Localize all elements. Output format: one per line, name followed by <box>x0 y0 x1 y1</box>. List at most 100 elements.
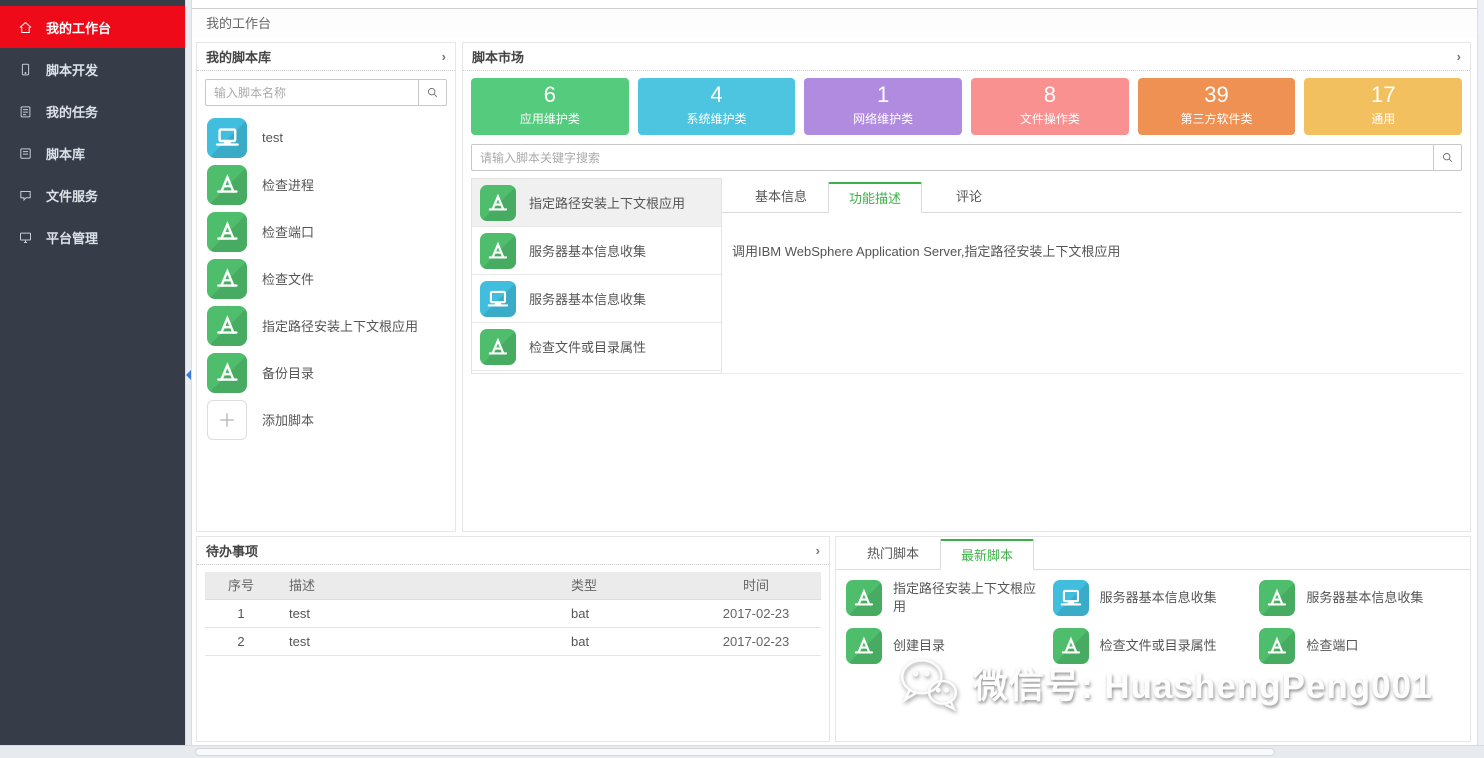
table-header-row: 序号 描述 类型 时间 <box>205 572 821 600</box>
script-name: 备份目录 <box>262 363 314 382</box>
cell-type: bat <box>571 628 691 655</box>
scrollbar-thumb[interactable] <box>195 748 1275 756</box>
table-row[interactable]: 2 test bat 2017-02-23 <box>205 628 821 656</box>
latest-item[interactable]: 指定路径安装上下文根应用 <box>846 580 1047 616</box>
sidebar-item-label: 脚本开发 <box>46 60 98 79</box>
sidebar-item-workbench[interactable]: 我的工作台 <box>0 6 185 48</box>
script-description: 调用IBM WebSphere Application Server,指定路径安… <box>722 213 1462 288</box>
col-seq: 序号 <box>205 572 277 599</box>
col-time: 时间 <box>691 572 821 599</box>
script-name: 指定路径安装上下文根应用 <box>262 316 418 335</box>
category-count: 17 <box>1304 82 1462 108</box>
latest-grid: 指定路径安装上下文根应用 服务器基本信息收集 服务器基本信息收集 创建目录 检查… <box>836 570 1470 674</box>
market-script-item[interactable]: 服务器基本信息收集 <box>472 227 721 275</box>
collapse-sidebar-icon[interactable] <box>186 370 191 380</box>
category-card-file-operations[interactable]: 8 文件操作类 <box>971 78 1129 135</box>
chevron-right-icon[interactable]: › <box>816 543 820 558</box>
app-store-icon <box>846 628 882 664</box>
category-label: 通用 <box>1304 110 1462 127</box>
add-script-button[interactable]: 添加脚本 <box>197 396 455 443</box>
category-card-general[interactable]: 17 通用 <box>1304 78 1462 135</box>
category-label: 文件操作类 <box>971 110 1129 127</box>
latest-item[interactable]: 创建目录 <box>846 628 1047 664</box>
app-store-icon <box>207 306 247 346</box>
category-card-system-maintenance[interactable]: 4 系统维护类 <box>638 78 796 135</box>
tab-latest-scripts[interactable]: 最新脚本 <box>940 539 1034 570</box>
script-name: test <box>262 130 283 145</box>
script-name: 检查进程 <box>262 175 314 194</box>
tab-basic-info[interactable]: 基本信息 <box>734 182 828 212</box>
tab-comments[interactable]: 评论 <box>922 182 1016 212</box>
laptop-icon <box>1053 580 1089 616</box>
my-scripts-search <box>205 79 447 106</box>
category-card-thirdparty[interactable]: 39 第三方软件类 <box>1138 78 1296 135</box>
list-item[interactable]: 指定路径安装上下文根应用 <box>197 302 455 349</box>
library-icon <box>17 145 33 161</box>
category-label: 系统维护类 <box>638 110 796 127</box>
horizontal-scrollbar[interactable] <box>0 745 1484 758</box>
category-count: 6 <box>471 82 629 108</box>
sidebar-item-label: 脚本库 <box>46 144 85 163</box>
app-store-icon <box>480 233 516 269</box>
list-item[interactable]: 备份目录 <box>197 349 455 396</box>
script-name: 检查文件或目录属性 <box>529 337 646 356</box>
market-keyword-input[interactable] <box>472 145 1433 170</box>
app-store-icon <box>207 165 247 205</box>
search-icon[interactable] <box>1433 145 1461 170</box>
my-scripts-panel: 我的脚本库 › test 检查进程 检查端口 <box>196 42 456 532</box>
phone-icon <box>17 61 33 77</box>
sidebar-item-my-tasks[interactable]: 我的任务 <box>0 90 185 132</box>
list-item[interactable]: 检查文件 <box>197 255 455 302</box>
script-name: 创建目录 <box>893 637 945 655</box>
script-name: 指定路径安装上下文根应用 <box>893 580 1043 615</box>
latest-item[interactable]: 检查端口 <box>1259 628 1460 664</box>
platform-monitor-icon <box>17 229 33 245</box>
tab-function-desc[interactable]: 功能描述 <box>828 182 922 213</box>
table-row[interactable]: 1 test bat 2017-02-23 <box>205 600 821 628</box>
category-count: 39 <box>1138 82 1296 108</box>
tab-hot-scripts[interactable]: 热门脚本 <box>846 539 940 569</box>
sidebar-nav: 我的工作台 脚本开发 我的任务 脚本库 文件服务 平台管理 <box>0 0 185 258</box>
market-script-item[interactable]: 检查文件或目录属性 <box>472 323 721 371</box>
my-scripts-header: 我的脚本库 › <box>197 43 455 71</box>
script-name-input[interactable] <box>206 80 418 105</box>
sidebar-item-script-dev[interactable]: 脚本开发 <box>0 48 185 90</box>
category-count: 8 <box>971 82 1129 108</box>
list-item[interactable]: test <box>197 114 455 161</box>
latest-item[interactable]: 服务器基本信息收集 <box>1053 580 1254 616</box>
script-name: 服务器基本信息收集 <box>529 289 646 308</box>
latest-scripts-panel: 热门脚本 最新脚本 指定路径安装上下文根应用 服务器基本信息收集 服务器基本信息… <box>835 536 1471 742</box>
sidebar-item-label: 文件服务 <box>46 186 98 205</box>
app-store-icon <box>207 212 247 252</box>
content-area: 我的脚本库 › test 检查进程 检查端口 <box>192 38 1477 745</box>
sidebar-item-platform-mgmt[interactable]: 平台管理 <box>0 216 185 258</box>
market-main: 指定路径安装上下文根应用 服务器基本信息收集 服务器基本信息收集 检查文件或目录… <box>471 178 1462 374</box>
category-card-network-maintenance[interactable]: 1 网络维护类 <box>804 78 962 135</box>
chevron-right-icon[interactable]: › <box>1457 49 1461 64</box>
market-script-item[interactable]: 服务器基本信息收集 <box>472 275 721 323</box>
sidebar-item-label: 平台管理 <box>46 228 98 247</box>
tasks-icon <box>17 103 33 119</box>
app-store-icon <box>207 259 247 299</box>
todo-panel: 待办事项 › 序号 描述 类型 时间 1 test bat 2017-02-23… <box>196 536 830 742</box>
script-detail: 基本信息 功能描述 评论 调用IBM WebSphere Application… <box>722 178 1462 374</box>
latest-item[interactable]: 服务器基本信息收集 <box>1259 580 1460 616</box>
search-icon[interactable] <box>418 80 446 105</box>
category-card-app-maintenance[interactable]: 6 应用维护类 <box>471 78 629 135</box>
sidebar-item-label: 我的工作台 <box>46 18 111 37</box>
list-item[interactable]: 检查端口 <box>197 208 455 255</box>
app-store-icon <box>480 329 516 365</box>
sidebar-item-script-library[interactable]: 脚本库 <box>0 132 185 174</box>
sidebar-item-file-service[interactable]: 文件服务 <box>0 174 185 216</box>
my-scripts-title: 我的脚本库 <box>206 47 271 66</box>
cell-desc: test <box>277 600 571 627</box>
sidebar-splitter[interactable] <box>185 0 192 745</box>
vertical-scrollbar[interactable] <box>1477 0 1484 745</box>
chevron-right-icon[interactable]: › <box>442 49 446 64</box>
list-item[interactable]: 检查进程 <box>197 161 455 208</box>
latest-item[interactable]: 检查文件或目录属性 <box>1053 628 1254 664</box>
market-script-item[interactable]: 指定路径安装上下文根应用 <box>472 179 721 227</box>
main-area: 我的工作台 我的脚本库 › test 检查进程 <box>192 0 1477 745</box>
app-store-icon <box>207 353 247 393</box>
col-type: 类型 <box>571 572 691 599</box>
